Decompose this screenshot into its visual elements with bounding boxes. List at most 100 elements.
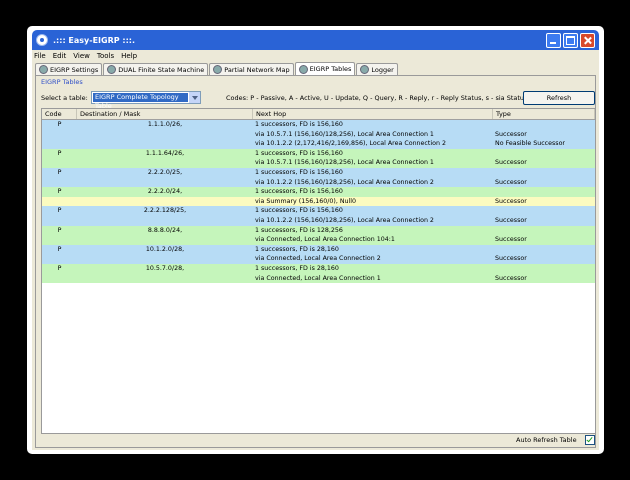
tab-partial-network-map[interactable]: Partial Network Map (209, 63, 294, 75)
column-header-next-hop[interactable]: Next Hop (253, 109, 493, 119)
column-header-code[interactable]: Code (42, 109, 77, 119)
table-row[interactable]: via Connected, Local Area Connection 1 Su… (42, 273, 595, 284)
cell-type: No Feasible Successor (495, 140, 566, 148)
refresh-button[interactable]: Refresh (523, 91, 595, 105)
map-icon (213, 65, 223, 74)
tab-eigrp-settings[interactable]: EIGRP Settings (35, 63, 103, 75)
cell-type (493, 206, 595, 216)
cell-next-hop: 1 successors, FD is 128,256 (255, 226, 343, 234)
cell-destination (77, 178, 253, 188)
cell-code (42, 158, 77, 168)
cell-code (42, 197, 77, 207)
tab-label: DUAL Finite State Machine (118, 65, 205, 74)
cell-type (493, 226, 595, 236)
eigrp-tables-panel: EIGRP Tables Select a table: EIGRP Compl… (35, 75, 596, 448)
cell-next-hop: 1 successors, FD is 156,160 (255, 188, 343, 196)
cell-next-hop: via Connected, Local Area Connection 2 (255, 255, 381, 263)
log-icon (360, 65, 370, 74)
cell-type: Successor (495, 130, 527, 138)
cell-next-hop: via Connected, Local Area Connection 1 (255, 274, 381, 282)
table-row[interactable]: P 8.8.8.0/24, 1 successors, FD is 128,256 (42, 225, 595, 236)
table-row[interactable]: via Connected, Local Area Connection 104… (42, 235, 595, 245)
table-row[interactable]: P 10.1.2.0/28, 1 successors, FD is 28,160 (42, 244, 595, 255)
cell-code (42, 178, 77, 188)
tab-eigrp-tables[interactable]: EIGRP Tables (294, 62, 356, 75)
table-row[interactable]: via 10.1.2.2 (156,160/128,256), Local Ar… (42, 177, 595, 188)
table-row[interactable]: via Summary (156,160/0), Null0 Successor (42, 196, 595, 207)
cell-code: P (57, 149, 62, 157)
cell-type: Successor (495, 255, 527, 263)
cell-code: P (57, 188, 62, 196)
table-header: Code Destination / Mask Next Hop Type (42, 109, 595, 120)
cell-code (42, 274, 77, 284)
cell-destination (77, 235, 253, 245)
cell-code (42, 130, 77, 140)
tab-dual-fsm[interactable]: DUAL Finite State Machine (103, 63, 209, 75)
title-bar[interactable]: .::: Easy-EIGRP :::. (32, 30, 599, 50)
table-row[interactable]: via 10.5.7.1 (156,160/128,256), Local Ar… (42, 158, 595, 168)
table-row[interactable]: via Connected, Local Area Connection 2 Su… (42, 254, 595, 264)
cell-destination: 10.5.7.0/28, (145, 264, 185, 272)
chevron-down-icon[interactable] (189, 92, 200, 103)
cell-code (42, 216, 77, 226)
menu-edit[interactable]: Edit (53, 52, 67, 60)
tab-label: EIGRP Tables (309, 65, 352, 73)
table-row[interactable]: P 10.5.7.0/28, 1 successors, FD is 28,160 (42, 263, 595, 274)
column-header-type[interactable]: Type (493, 109, 595, 119)
menu-help[interactable]: Help (121, 52, 137, 60)
cell-next-hop: 1 successors, FD is 156,160 (255, 207, 343, 215)
auto-refresh-label: Auto Refresh Table (516, 436, 577, 444)
cell-next-hop: 1 successors, FD is 156,160 (255, 121, 343, 128)
app-window: .::: Easy-EIGRP :::. File Edit View Tool… (27, 26, 604, 454)
table-row[interactable]: P 1.1.1.64/26, 1 successors, FD is 156,160 (42, 148, 595, 159)
section-label: EIGRP Tables (41, 78, 83, 86)
cell-next-hop: via 10.1.2.2 (2,172,416/2,169,856), Loca… (255, 140, 446, 148)
cell-type (493, 120, 595, 130)
app-icon[interactable] (36, 34, 48, 46)
client-area: File Edit View Tools Help EIGRP Settings… (32, 50, 599, 450)
table-row[interactable]: via 10.1.2.2 (2,172,416/2,169,856), Loca… (42, 139, 595, 149)
cell-type: Successor (495, 178, 527, 186)
cell-code: P (57, 121, 62, 128)
cell-code: P (57, 207, 62, 215)
close-button[interactable] (580, 33, 595, 48)
cell-type: Successor (495, 216, 527, 224)
cell-type: Successor (495, 159, 527, 167)
cell-destination (77, 130, 253, 140)
cell-destination (77, 139, 253, 149)
cell-next-hop: via Summary (156,160/0), Null0 (255, 197, 357, 205)
cell-type: Successor (495, 236, 527, 244)
table-row[interactable]: via 10.1.2.2 (156,160/128,256), Local Ar… (42, 215, 595, 226)
gear-icon (39, 65, 48, 74)
table-row[interactable]: P 2.2.2.0/25, 1 successors, FD is 156,160 (42, 167, 595, 178)
auto-refresh-control: Auto Refresh Table (516, 435, 595, 445)
table-select-dropdown[interactable]: EIGRP Complete Topology Table (91, 91, 201, 110)
menu-file[interactable]: File (34, 52, 46, 60)
column-header-destination[interactable]: Destination / Mask (77, 109, 253, 119)
cell-code: P (57, 245, 62, 253)
auto-refresh-checkbox[interactable] (584, 435, 595, 445)
table-row[interactable]: via 10.5.7.1 (156,160/128,256), Local Ar… (42, 129, 595, 140)
cell-next-hop: 1 successors, FD is 28,160 (255, 245, 339, 253)
table-icon (298, 64, 308, 74)
menu-view[interactable]: View (73, 52, 90, 60)
cell-destination (77, 216, 253, 226)
cell-destination (77, 197, 253, 207)
table-row[interactable]: P 2.2.2.0/24, 1 successors, FD is 156,160 (42, 187, 595, 197)
cell-destination (77, 254, 253, 264)
cell-code (42, 254, 77, 264)
cell-type: Successor (495, 274, 527, 282)
cell-type (493, 149, 595, 159)
cell-destination: 10.1.2.0/28, (145, 245, 185, 253)
table-row[interactable]: P 2.2.2.128/25, 1 successors, FD is 156,16… (42, 206, 595, 216)
tab-label: Partial Network Map (224, 65, 290, 74)
tab-logger[interactable]: Logger (356, 63, 398, 75)
table-row[interactable]: P 1.1.1.0/26, 1 successors, FD is 156,160 (42, 120, 595, 130)
minimize-button[interactable] (546, 33, 561, 48)
cell-next-hop: 1 successors, FD is 28,160 (255, 264, 339, 272)
cell-next-hop: 1 successors, FD is 156,160 (255, 149, 343, 157)
cell-next-hop: via Connected, Local Area Connection 104… (255, 236, 395, 244)
menu-tools[interactable]: Tools (97, 52, 114, 60)
maximize-button[interactable] (563, 33, 578, 48)
cell-destination (77, 274, 253, 284)
